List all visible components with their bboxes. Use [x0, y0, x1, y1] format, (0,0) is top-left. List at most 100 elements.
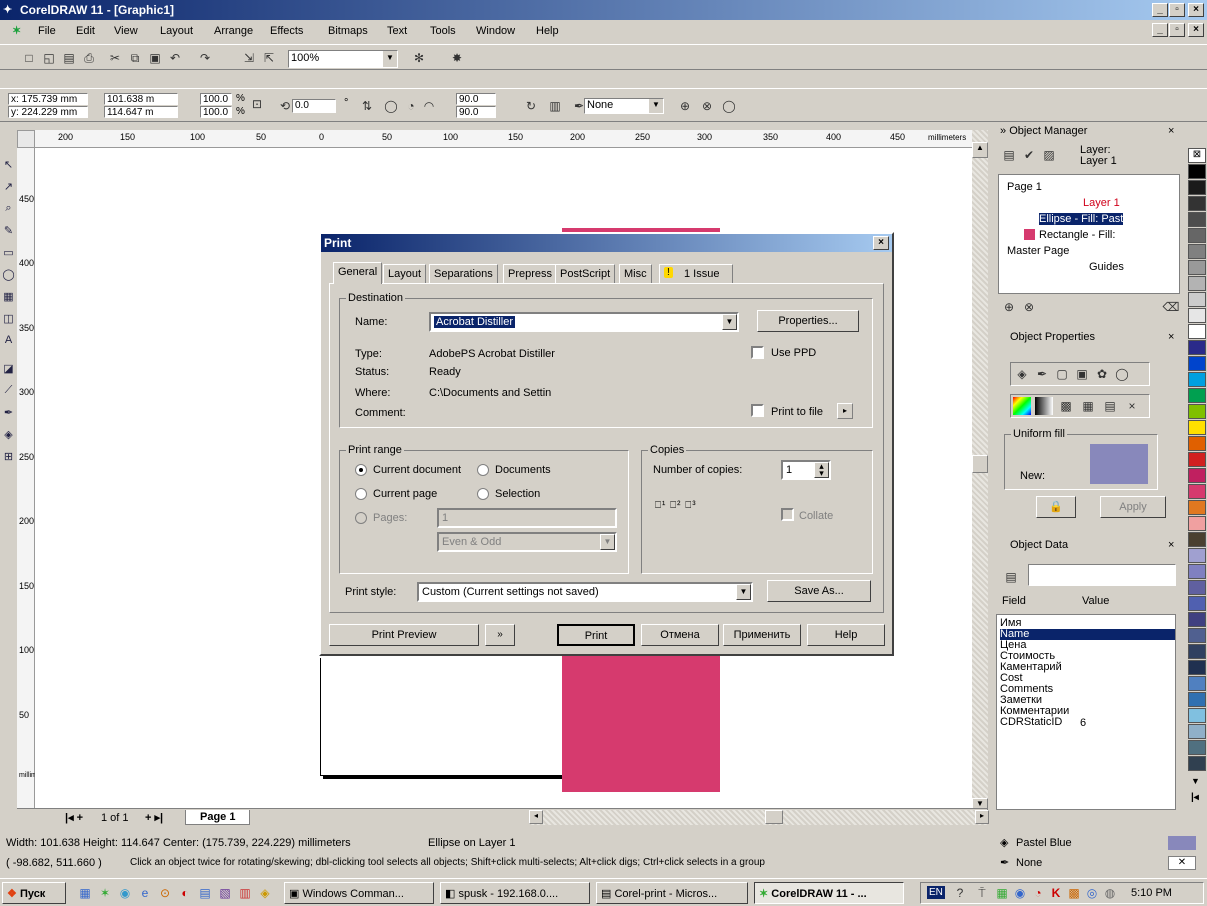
hscroll-thumb[interactable] [765, 810, 783, 824]
tree-ellipse[interactable]: Ellipse - Fill: Past [1039, 213, 1124, 225]
quicklaunch-corel-icon[interactable]: ✶ [96, 884, 114, 902]
color-swatch[interactable] [1188, 292, 1206, 307]
menu-tools[interactable]: Tools [430, 25, 456, 37]
corel-online-icon[interactable]: ✸ [448, 49, 466, 67]
even-odd-select[interactable]: Even & Odd ▼ [437, 532, 617, 552]
no-color-swatch[interactable]: ⊠ [1188, 148, 1206, 163]
mirror-icon[interactable]: ⇅ [358, 97, 376, 115]
tray-antivirus-icon[interactable]: K [1047, 884, 1065, 902]
graph-tool-icon[interactable]: ▦ [1, 290, 16, 308]
color-swatch[interactable] [1188, 388, 1206, 403]
quicklaunch-explorer-icon[interactable]: ◉ [116, 884, 134, 902]
wrap-icon[interactable]: ▥ [546, 97, 564, 115]
scroll-up-button[interactable]: ▲ [972, 142, 988, 158]
color-swatch[interactable] [1188, 212, 1206, 227]
eyedropper-tool-icon[interactable]: ⟋ [1, 384, 16, 402]
zoom-select[interactable]: 100% ▼ [288, 50, 398, 68]
tray-app-icon[interactable]: ◔ [1029, 884, 1047, 902]
doc-close-button[interactable]: × [1188, 23, 1204, 37]
tree-layer1[interactable]: Layer 1 [1083, 197, 1120, 209]
new-master-layer-icon[interactable]: ⊗ [1020, 298, 1038, 316]
save-icon[interactable]: ▤ [60, 49, 78, 67]
tab-misc[interactable]: Misc [619, 264, 652, 284]
properties-tabs[interactable]: ◈ ✒ ▢ ▣ ✿ ◯ [1010, 362, 1150, 386]
pink-rectangle[interactable] [562, 656, 720, 792]
undo-icon[interactable]: ↶ [166, 49, 184, 67]
color-swatch[interactable] [1188, 164, 1206, 179]
quicklaunch-app-icon[interactable]: ◐ [176, 884, 194, 902]
internet-tab-icon[interactable]: ✿ [1093, 365, 1111, 383]
color-swatch[interactable] [1188, 308, 1206, 323]
menu-layout[interactable]: Layout [160, 25, 193, 37]
quicklaunch-ie-icon[interactable]: e [136, 884, 154, 902]
current-document-radio[interactable] [355, 464, 367, 476]
export-icon[interactable]: ⇱ [260, 49, 278, 67]
object-tree[interactable]: Page 1 Layer 1 Ellipse - Fill: Past Rect… [998, 174, 1180, 294]
data-manager-icon[interactable]: ▤ [1002, 568, 1020, 586]
object-manager-close-icon[interactable]: × [1168, 125, 1174, 137]
task-corel-print[interactable]: ▤ Corel-print - Micros... [596, 882, 748, 904]
use-ppd-checkbox[interactable] [751, 346, 764, 359]
direction-icon[interactable]: ↻ [522, 97, 540, 115]
selection-radio[interactable] [477, 488, 489, 500]
color-swatch[interactable] [1188, 468, 1206, 483]
object-data-input[interactable] [1028, 564, 1176, 586]
general-tab-icon[interactable]: ▢ [1053, 365, 1071, 383]
uniform-fill-icon[interactable] [1013, 397, 1031, 415]
launcher-icon[interactable]: ✻ [410, 49, 428, 67]
print-icon[interactable]: ⎙ [80, 49, 98, 67]
print-preview-button[interactable]: Print Preview [329, 624, 479, 646]
color-swatch[interactable] [1188, 724, 1206, 739]
start-angle-field[interactable]: 90.0 [456, 93, 496, 105]
scale-x-field[interactable]: 100.0 [200, 93, 232, 105]
quicklaunch-img-icon[interactable]: ▧ [216, 884, 234, 902]
expand-preview-icon[interactable]: » [485, 624, 515, 646]
color-swatch[interactable] [1188, 356, 1206, 371]
color-swatch[interactable] [1188, 532, 1206, 547]
interactive-tool-icon[interactable]: ◪ [1, 362, 16, 380]
color-swatch[interactable] [1188, 564, 1206, 579]
copy-icon[interactable]: ⧉ [126, 49, 144, 67]
pie-icon[interactable]: ◔ [402, 97, 420, 115]
color-swatch[interactable] [1188, 324, 1206, 339]
tab-issues[interactable]: ! 1 Issue [659, 264, 733, 284]
help-tray-icon[interactable]: ? [951, 884, 969, 902]
layer-view-icon[interactable]: ▨ [1040, 146, 1058, 164]
color-swatch[interactable] [1188, 676, 1206, 691]
quicklaunch-chart-icon[interactable]: ▥ [236, 884, 254, 902]
tab-postscript[interactable]: PostScript [555, 264, 616, 284]
color-swatch[interactable] [1188, 756, 1206, 771]
ellipse-tab-icon[interactable]: ◯ [1113, 365, 1131, 383]
color-swatch[interactable] [1188, 548, 1206, 563]
shapes-tool-icon[interactable]: ◫ [1, 312, 16, 330]
print-to-file-checkbox[interactable] [751, 404, 764, 417]
color-swatch[interactable] [1188, 196, 1206, 211]
cancel-button[interactable]: Отмена [641, 624, 719, 646]
doc-restore-button[interactable]: ▫ [1169, 23, 1185, 37]
scale-y-field[interactable]: 100.0 [200, 106, 232, 118]
collate-checkbox[interactable] [781, 508, 794, 521]
menu-file[interactable]: File [38, 25, 56, 37]
ruler-origin[interactable] [17, 130, 35, 148]
menu-bitmaps[interactable]: Bitmaps [328, 25, 368, 37]
current-page-radio[interactable] [355, 488, 367, 500]
tab-separations[interactable]: Separations [429, 264, 498, 284]
outline-tool-icon[interactable]: ✒ [1, 406, 16, 424]
network-tray-icon[interactable]: ⍑ [973, 884, 991, 902]
scroll-right-button[interactable]: ▸ [975, 810, 989, 824]
tray-app-icon[interactable]: ◍ [1101, 884, 1119, 902]
tab-prepress[interactable]: Prepress [503, 264, 558, 284]
color-swatch[interactable] [1188, 436, 1206, 451]
dialog-close-button[interactable]: × [873, 236, 889, 250]
color-swatch[interactable] [1188, 516, 1206, 531]
tree-page1[interactable]: Page 1 [1007, 181, 1042, 193]
ellipse-icon[interactable]: ◯ [382, 97, 400, 115]
color-swatch[interactable] [1188, 484, 1206, 499]
color-swatch[interactable] [1188, 452, 1206, 467]
task-spusk[interactable]: ◧ spusk - 192.168.0.... [440, 882, 590, 904]
doc-minimize-button[interactable]: _ [1152, 23, 1168, 37]
printer-name-select[interactable]: Acrobat Distiller ▼ [429, 312, 739, 332]
menu-view[interactable]: View [114, 25, 138, 37]
shape-icon[interactable]: ◯ [720, 97, 738, 115]
height-field[interactable]: 114.647 m [104, 106, 178, 118]
